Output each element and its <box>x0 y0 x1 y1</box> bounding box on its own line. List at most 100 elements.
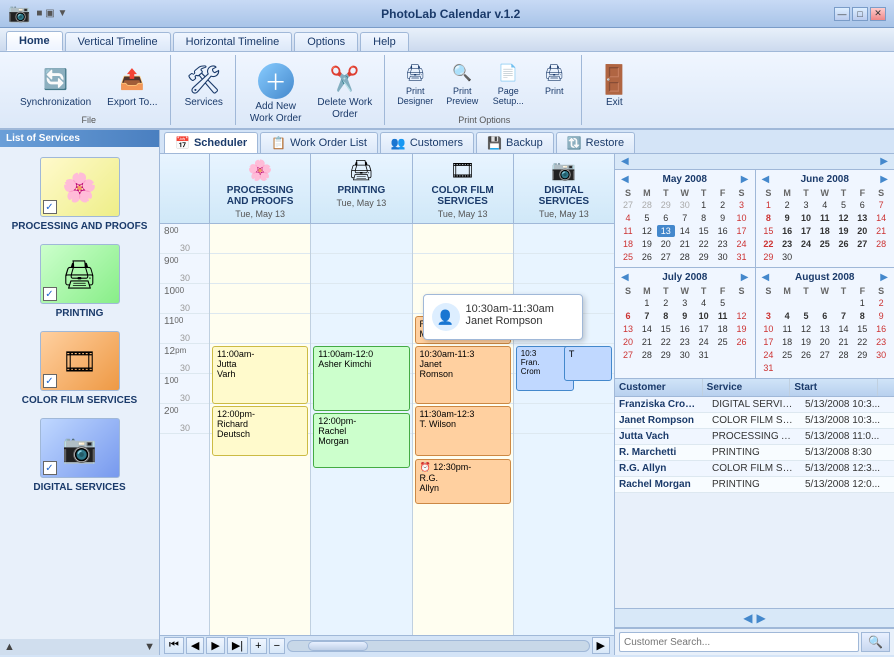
june-d28[interactable]: 28 <box>872 238 890 250</box>
customer-row[interactable]: Jutta Vach PROCESSING AND... 5/13/2008 1… <box>615 429 894 445</box>
minimize-button[interactable]: — <box>834 7 850 21</box>
july-d12[interactable]: 12 <box>733 310 751 322</box>
july-d7[interactable]: 7 <box>638 310 656 322</box>
may-d16[interactable]: 16 <box>714 225 732 237</box>
may-d8[interactable]: 8 <box>695 212 713 224</box>
customer-list-nav-prev[interactable]: ◀ <box>743 611 752 625</box>
event-rg-allyn[interactable]: ⏰ 12:30pm-R.G.Allyn <box>415 459 511 504</box>
service-check-color-film[interactable]: ✓ <box>43 374 57 388</box>
may-d14[interactable]: 14 <box>676 225 694 237</box>
june-d26[interactable]: 26 <box>835 238 853 250</box>
may-d29b[interactable]: 29 <box>695 251 713 263</box>
aug-d5[interactable]: 5 <box>797 310 815 322</box>
june-d15[interactable]: 15 <box>760 225 778 237</box>
service-check-printing[interactable]: ✓ <box>43 287 57 301</box>
june-d30[interactable]: 30 <box>778 251 796 263</box>
aug-d29[interactable]: 29 <box>853 349 871 361</box>
may-d11[interactable]: 11 <box>619 225 637 237</box>
nav-remove-button[interactable]: − <box>269 638 285 654</box>
july-d13[interactable]: 13 <box>619 323 637 335</box>
aug-d10[interactable]: 10 <box>760 323 778 335</box>
may-d27b[interactable]: 27 <box>657 251 675 263</box>
may-d9[interactable]: 9 <box>714 212 732 224</box>
aug-d15[interactable]: 15 <box>853 323 871 335</box>
july-d16[interactable]: 16 <box>676 323 694 335</box>
tab-vertical-timeline[interactable]: Vertical Timeline <box>65 32 171 51</box>
event-asher[interactable]: 11:00am-12:0Asher Kimchi <box>313 346 409 411</box>
june-d21[interactable]: 21 <box>872 225 890 237</box>
july-d6[interactable]: 6 <box>619 310 637 322</box>
july-d15[interactable]: 15 <box>657 323 675 335</box>
aug-d11[interactable]: 11 <box>778 323 796 335</box>
july-d23[interactable]: 23 <box>676 336 694 348</box>
tab-help[interactable]: Help <box>360 32 409 51</box>
aug-d28[interactable]: 28 <box>835 349 853 361</box>
aug-d9[interactable]: 9 <box>872 310 890 322</box>
aug-d18[interactable]: 18 <box>778 336 796 348</box>
aug-d25[interactable]: 25 <box>778 349 796 361</box>
export-button[interactable]: 📤 Export To... <box>101 59 163 113</box>
july-d29[interactable]: 29 <box>657 349 675 361</box>
aug-d31[interactable]: 31 <box>760 362 778 374</box>
may-d30b[interactable]: 30 <box>714 251 732 263</box>
june-d3[interactable]: 3 <box>797 199 815 211</box>
july-d3[interactable]: 3 <box>676 297 694 309</box>
aug-d19[interactable]: 19 <box>797 336 815 348</box>
june-d20[interactable]: 20 <box>853 225 871 237</box>
exit-button[interactable]: 🚪 Exit <box>590 59 638 113</box>
aug-d27[interactable]: 27 <box>816 349 834 361</box>
aug-d13[interactable]: 13 <box>816 323 834 335</box>
june-d5[interactable]: 5 <box>835 199 853 211</box>
tab-restore[interactable]: 🔃 Restore <box>556 132 635 153</box>
july-d10[interactable]: 10 <box>695 310 713 322</box>
may-d4[interactable]: 4 <box>619 212 637 224</box>
may-d15[interactable]: 15 <box>695 225 713 237</box>
july-next[interactable]: ▶ <box>739 272 751 283</box>
july-d18[interactable]: 18 <box>714 323 732 335</box>
july-d19[interactable]: 19 <box>733 323 751 335</box>
may-d25[interactable]: 25 <box>619 251 637 263</box>
june-next[interactable]: ▶ <box>878 174 890 185</box>
july-d11[interactable]: 11 <box>714 310 732 322</box>
may-d7[interactable]: 7 <box>676 212 694 224</box>
july-d9[interactable]: 9 <box>676 310 694 322</box>
july-d5[interactable]: 5 <box>714 297 732 309</box>
may-d29[interactable]: 29 <box>657 199 675 211</box>
event-jutta[interactable]: 11:00am-JuttaVarh <box>212 346 308 404</box>
aug-d3[interactable]: 3 <box>760 310 778 322</box>
tab-work-order-list[interactable]: 📋 Work Order List <box>260 132 378 153</box>
close-button[interactable]: ✕ <box>870 7 886 21</box>
service-item-processing[interactable]: 🌸 ✓ PROCESSING AND PROOFS <box>4 151 155 238</box>
june-d9[interactable]: 9 <box>778 212 796 224</box>
june-d10[interactable]: 10 <box>797 212 815 224</box>
page-setup-button[interactable]: 📄 PageSetup... <box>487 59 529 109</box>
aug-d8[interactable]: 8 <box>853 310 871 322</box>
july-d2[interactable]: 2 <box>657 297 675 309</box>
july-prev[interactable]: ◀ <box>619 272 631 283</box>
may-d28b[interactable]: 28 <box>676 251 694 263</box>
tab-scheduler[interactable]: 📅 Scheduler <box>164 132 258 153</box>
customer-row[interactable]: Franziska Crompton DIGITAL SERVICES 5/13… <box>615 397 894 413</box>
cal-nav-right[interactable]: ▶ <box>878 156 890 167</box>
nav-next-button[interactable]: ▶ <box>206 637 224 654</box>
june-d4[interactable]: 4 <box>816 199 834 211</box>
print-preview-button[interactable]: 🔍 PrintPreview <box>441 59 483 109</box>
june-d8[interactable]: 8 <box>760 212 778 224</box>
tab-customers[interactable]: 👥 Customers <box>380 132 474 153</box>
service-check-processing[interactable]: ✓ <box>43 200 57 214</box>
aug-d21[interactable]: 21 <box>835 336 853 348</box>
tab-horizontal-timeline[interactable]: Horizontal Timeline <box>173 32 293 51</box>
may-d27[interactable]: 27 <box>619 199 637 211</box>
may-d6[interactable]: 6 <box>657 212 675 224</box>
aug-d23[interactable]: 23 <box>872 336 890 348</box>
synchronization-button[interactable]: 🔄 Synchronization <box>14 59 97 113</box>
may-d3[interactable]: 3 <box>733 199 751 211</box>
june-d22[interactable]: 22 <box>760 238 778 250</box>
june-d13[interactable]: 13 <box>853 212 871 224</box>
customer-row[interactable]: Rachel Morgan PRINTING 5/13/2008 12:0... <box>615 477 894 493</box>
june-d27[interactable]: 27 <box>853 238 871 250</box>
may-d20[interactable]: 20 <box>657 238 675 250</box>
may-d19[interactable]: 19 <box>638 238 656 250</box>
aug-d17[interactable]: 17 <box>760 336 778 348</box>
july-d4[interactable]: 4 <box>695 297 713 309</box>
